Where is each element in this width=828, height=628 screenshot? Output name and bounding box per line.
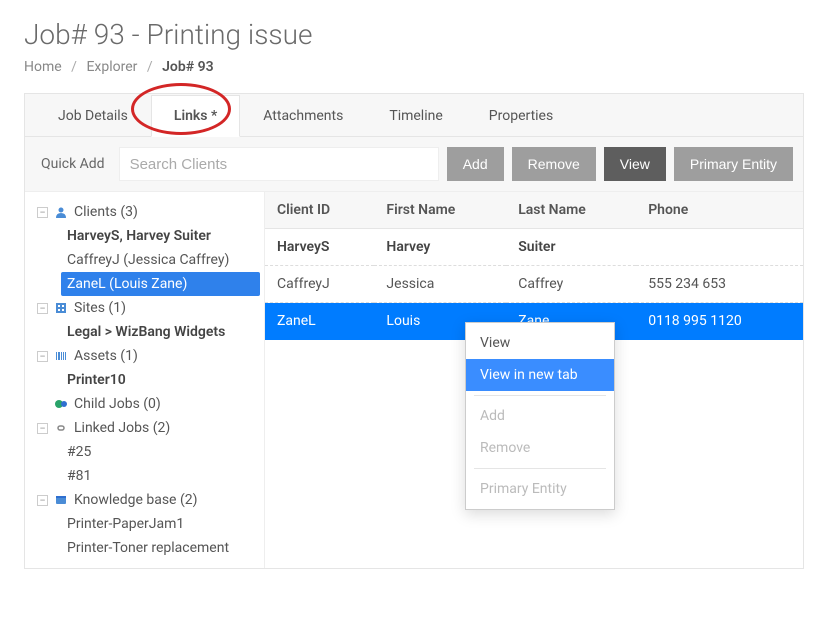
table-row[interactable]: CaffreyJJessicaCaffrey555 234 653 xyxy=(265,266,803,303)
tab-bar: Job Details Links * Attachments Timeline… xyxy=(25,94,803,137)
link-table: Client ID First Name Last Name Phone Har… xyxy=(265,192,803,568)
add-button[interactable]: Add xyxy=(447,147,504,181)
tab-attachments[interactable]: Attachments xyxy=(240,95,366,137)
collapse-icon[interactable]: − xyxy=(37,207,48,218)
collapse-icon[interactable]: − xyxy=(37,495,48,506)
barcode-icon xyxy=(54,349,68,363)
tab-timeline[interactable]: Timeline xyxy=(366,95,465,137)
breadcrumb-current: Job# 93 xyxy=(162,59,213,75)
tree-leaf[interactable]: #81 xyxy=(61,464,260,488)
menu-view-new-tab[interactable]: View in new tab xyxy=(466,359,614,391)
table-row[interactable]: HarveySHarveySuiter xyxy=(265,229,803,266)
book-icon xyxy=(54,493,68,507)
col-client-id[interactable]: Client ID xyxy=(265,192,374,229)
link-tree: − Clients (3) HarveyS, Harvey SuiterCaff… xyxy=(25,192,265,568)
collapse-icon[interactable]: − xyxy=(37,303,48,314)
col-last-name[interactable]: Last Name xyxy=(506,192,636,229)
view-button[interactable]: View xyxy=(604,147,666,181)
tree-node-sites[interactable]: − Sites (1) xyxy=(33,296,260,320)
breadcrumb-home[interactable]: Home xyxy=(24,59,62,75)
menu-primary-entity[interactable]: Primary Entity xyxy=(466,473,614,505)
menu-add[interactable]: Add xyxy=(466,400,614,432)
tree-leaf[interactable]: Printer10 xyxy=(61,368,260,392)
context-menu: View View in new tab Add Remove Primary … xyxy=(465,322,615,510)
breadcrumb: Home / Explorer / Job# 93 xyxy=(24,59,804,75)
tree-node-linked-jobs[interactable]: − Linked Jobs (2) xyxy=(33,416,260,440)
page-title: Job# 93 - Printing issue xyxy=(24,18,804,51)
tree-node-assets[interactable]: − Assets (1) xyxy=(33,344,260,368)
person-icon xyxy=(54,205,68,219)
tree-leaf[interactable]: Legal > WizBang Widgets xyxy=(61,320,260,344)
link-icon xyxy=(54,421,68,435)
building-icon xyxy=(54,301,68,315)
remove-button[interactable]: Remove xyxy=(512,147,596,181)
tree-node-clients[interactable]: − Clients (3) xyxy=(33,200,260,224)
col-phone[interactable]: Phone xyxy=(636,192,803,229)
tab-job-details[interactable]: Job Details xyxy=(35,95,151,137)
breadcrumb-explorer[interactable]: Explorer xyxy=(86,59,137,75)
tree-leaf[interactable]: Printer-PaperJam1 xyxy=(61,512,260,536)
tree-leaf[interactable]: #25 xyxy=(61,440,260,464)
tree-leaf[interactable]: HarveyS, Harvey Suiter xyxy=(61,224,260,248)
tab-links[interactable]: Links * xyxy=(151,95,240,137)
tree-node-knowledge-base[interactable]: − Knowledge base (2) xyxy=(33,488,260,512)
quick-add-label: Quick Add xyxy=(35,156,111,172)
toolbar: Quick Add Add Remove View Primary Entity xyxy=(25,137,803,192)
tree-leaf[interactable]: CaffreyJ (Jessica Caffrey) xyxy=(61,248,260,272)
menu-remove[interactable]: Remove xyxy=(466,432,614,464)
collapse-icon[interactable]: − xyxy=(37,351,48,362)
search-input[interactable] xyxy=(119,147,439,181)
collapse-icon[interactable]: − xyxy=(37,423,48,434)
col-first-name[interactable]: First Name xyxy=(374,192,506,229)
tree-leaf[interactable]: ZaneL (Louis Zane) xyxy=(61,272,260,296)
tab-properties[interactable]: Properties xyxy=(466,95,576,137)
primary-entity-button[interactable]: Primary Entity xyxy=(674,147,793,181)
tree-leaf[interactable]: Printer-Toner replacement xyxy=(61,536,260,560)
tree-node-child-jobs[interactable]: Child Jobs (0) xyxy=(33,392,260,416)
child-jobs-icon xyxy=(54,397,68,411)
menu-view[interactable]: View xyxy=(466,327,614,359)
